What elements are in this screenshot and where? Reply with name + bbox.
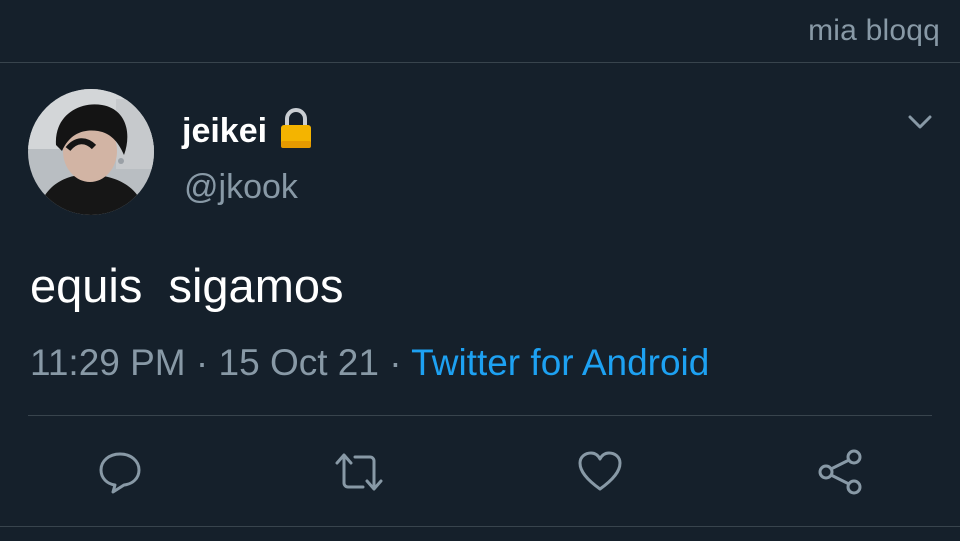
retweet-icon [333, 449, 385, 495]
tweet-text: equis sigamos [30, 259, 344, 312]
share-button[interactable] [812, 444, 868, 500]
tweet-time: 11:29 PM [30, 342, 186, 383]
lock-icon [278, 106, 314, 150]
avatar[interactable] [28, 89, 154, 215]
chevron-down-icon[interactable] [904, 110, 936, 134]
share-icon [816, 448, 864, 496]
meta-separator: · [378, 342, 412, 383]
meta-separator: · [185, 342, 219, 383]
retweet-button[interactable] [331, 444, 387, 500]
bottom-divider [0, 526, 960, 527]
speech-bubble-icon [97, 449, 143, 495]
tweet-source-link[interactable]: Twitter for Android [411, 342, 709, 383]
top-bar-label: mia bloqq [808, 14, 940, 47]
display-name[interactable]: jeikei [182, 112, 267, 151]
top-bar: mia bloqq [0, 0, 960, 63]
tweet-screen: mia bloqq jeikei @jkook equis sigamos 11… [0, 0, 960, 541]
heart-icon [576, 449, 624, 495]
like-button[interactable] [572, 444, 628, 500]
reply-button[interactable] [92, 444, 148, 500]
tweet-date: 15 Oct 21 [218, 342, 379, 383]
tweet-meta: 11:29 PM · 15 Oct 21 · Twitter for Andro… [30, 342, 709, 384]
user-handle[interactable]: @jkook [184, 168, 298, 207]
divider [28, 415, 932, 416]
